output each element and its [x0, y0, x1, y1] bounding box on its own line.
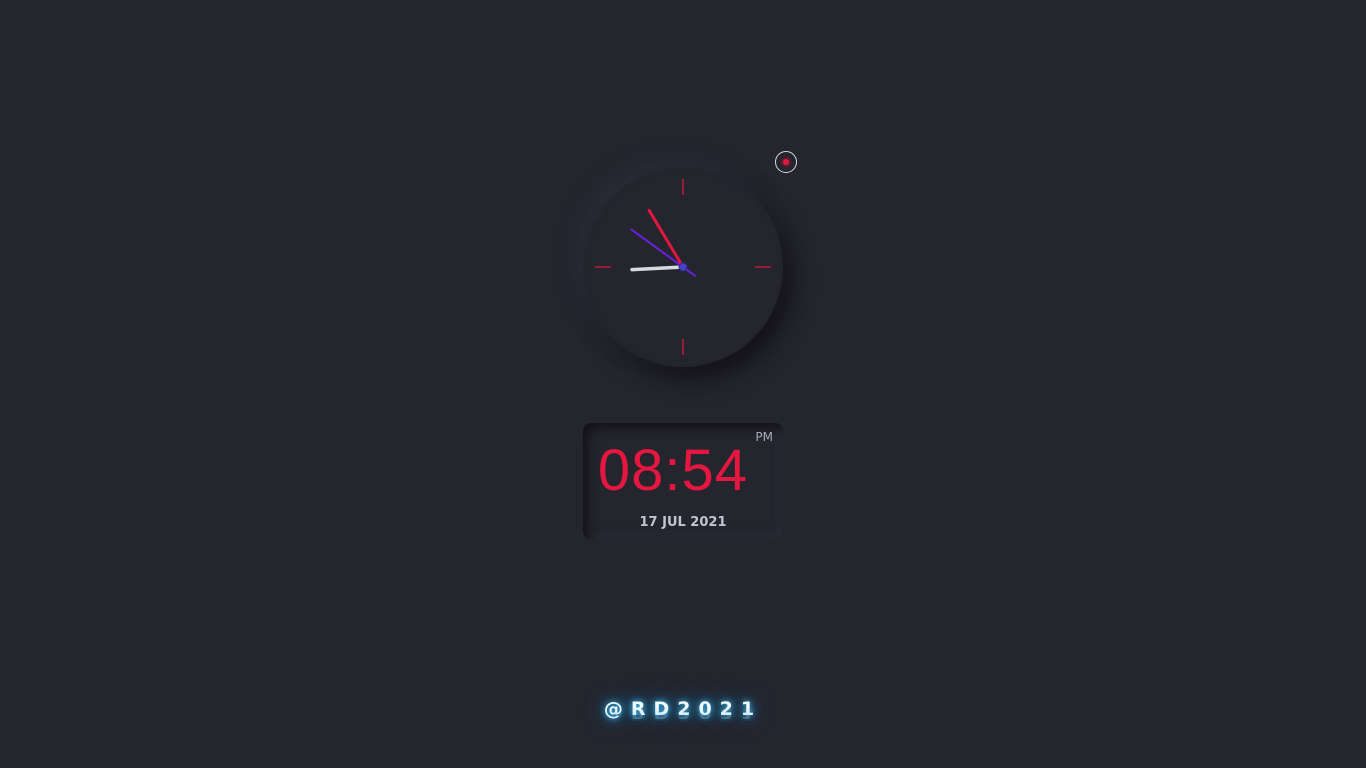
clock-page: PM 08:54 17 JUL 2021 @RD2021 @RD2021 — [0, 0, 1366, 768]
center-pin — [678, 262, 688, 272]
minute-hand — [647, 208, 685, 269]
digital-clock: PM 08:54 17 JUL 2021 — [583, 423, 783, 539]
clock-face — [595, 179, 771, 355]
digital-time: 08:54 — [597, 438, 749, 503]
hour-hand — [630, 265, 685, 272]
sun-icon — [783, 159, 789, 165]
digital-date: 17 JUL 2021 — [639, 515, 727, 530]
signature-reflection: @RD2021 — [603, 705, 763, 721]
analog-clock — [583, 167, 783, 367]
